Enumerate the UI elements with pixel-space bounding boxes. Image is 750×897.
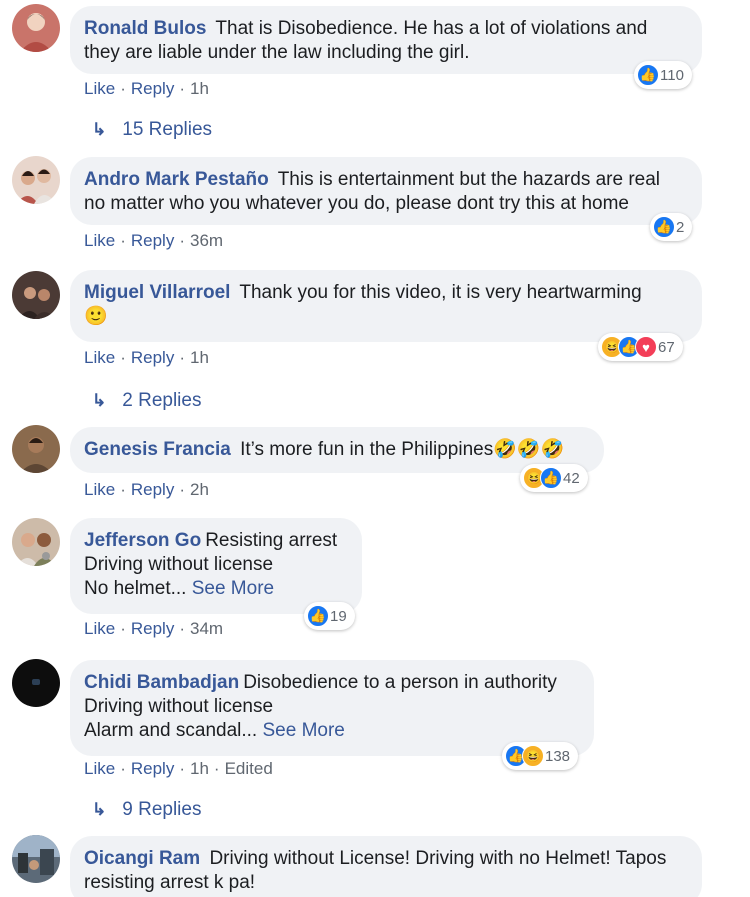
love-reaction-icon: ♥ [635, 336, 657, 358]
avatar[interactable] [12, 425, 60, 473]
comment-bubble: Genesis Francia It’s more fun in the Phi… [70, 427, 604, 473]
comment-actions: Like · Reply · 36m [84, 231, 224, 250]
comment-timestamp[interactable]: 1h [190, 79, 209, 98]
comment-author[interactable]: Chidi Bambadjan [84, 672, 239, 693]
comment-bubble: Oicangi Ram Driving without License! Dri… [70, 836, 702, 897]
avatar[interactable] [12, 659, 60, 707]
reaction-summary[interactable]: 👍 19 [304, 602, 355, 630]
replies-label: 2 Replies [122, 390, 202, 411]
comment-text: It’s more fun in the Philippines🤣🤣🤣 [240, 439, 565, 460]
comment-actions: Like · Reply · 1h [84, 348, 209, 367]
comment-timestamp[interactable]: 1h [190, 348, 209, 367]
avatar[interactable] [12, 156, 60, 204]
replies-label: 15 Replies [122, 119, 213, 140]
reaction-summary[interactable]: 👍 110 [634, 61, 692, 89]
like-reaction-icon: 👍 [653, 216, 675, 238]
avatar[interactable] [12, 835, 60, 883]
reply-link[interactable]: Reply [131, 79, 174, 98]
comment-author[interactable]: Oicangi Ram [84, 848, 200, 869]
comment-actions: Like · Reply · 1h [84, 79, 209, 98]
reaction-count: 19 [330, 607, 347, 625]
reply-arrow-icon: ↳ [92, 391, 107, 410]
reaction-count: 2 [676, 218, 685, 236]
see-more-link[interactable]: See More [262, 720, 344, 741]
reply-link[interactable]: Reply [131, 619, 174, 638]
comment-timestamp[interactable]: 1h [190, 759, 209, 778]
like-reaction-icon: 👍 [637, 64, 659, 86]
reaction-count: 110 [660, 66, 684, 84]
comment-author[interactable]: Jefferson Go [84, 530, 201, 551]
comment-bubble: Miguel Villarroel Thank you for this vid… [70, 270, 702, 342]
reply-link[interactable]: Reply [131, 231, 174, 250]
edited-label[interactable]: Edited [225, 759, 273, 778]
comment-text-line: Resisting arrest [205, 530, 338, 551]
like-reaction-icon: 👍 [307, 605, 329, 627]
view-replies-link[interactable]: ↳ 2 Replies [92, 390, 201, 412]
reaction-summary[interactable]: 👍 😆 138 [502, 742, 579, 770]
like-link[interactable]: Like [84, 759, 115, 778]
reaction-summary[interactable]: 👍 2 [650, 213, 693, 241]
comment-bubble: Jefferson Go Resisting arrest Driving wit… [70, 518, 362, 614]
reply-link[interactable]: Reply [131, 480, 174, 499]
reply-link[interactable]: Reply [131, 759, 174, 778]
like-reaction-icon: 👍 [540, 467, 562, 489]
see-more-link[interactable]: See More [192, 578, 274, 599]
comment-text-line: Disobedience to a person in authority [243, 672, 557, 693]
reaction-count: 138 [545, 747, 571, 765]
comment-bubble: Andro Mark Pestaño This is entertainment… [70, 157, 702, 225]
like-link[interactable]: Like [84, 619, 115, 638]
comment-actions: Like · Reply · 34m [84, 619, 224, 638]
comment-timestamp[interactable]: 34m [190, 619, 223, 638]
reaction-count: 42 [563, 469, 580, 487]
avatar[interactable] [12, 271, 60, 319]
comment-timestamp[interactable]: 2h [190, 480, 209, 499]
reaction-summary[interactable]: 😆 👍 42 [520, 464, 588, 492]
comment-author[interactable]: Genesis Francia [84, 439, 231, 460]
comment-author[interactable]: Ronald Bulos [84, 18, 206, 39]
replies-label: 9 Replies [122, 799, 202, 820]
reply-arrow-icon: ↳ [92, 800, 107, 819]
comment-text-line: No helmet... [84, 578, 187, 599]
avatar[interactable] [12, 4, 60, 52]
like-link[interactable]: Like [84, 79, 115, 98]
comment-text-line: Driving without license [84, 696, 274, 717]
view-replies-link[interactable]: ↳ 9 Replies [92, 799, 201, 821]
reply-arrow-icon: ↳ [92, 120, 107, 139]
haha-reaction-icon: 😆 [522, 745, 544, 767]
comment-actions: Like · Reply · 2h [84, 480, 209, 499]
reaction-count: 67 [658, 338, 675, 356]
like-link[interactable]: Like [84, 480, 115, 499]
reply-link[interactable]: Reply [131, 348, 174, 367]
comment-text: Thank you for this video, it is very hea… [239, 282, 642, 303]
comment-timestamp[interactable]: 36m [190, 231, 223, 250]
smile-emoji: 🙂 [84, 306, 108, 327]
like-link[interactable]: Like [84, 231, 115, 250]
comment-author[interactable]: Andro Mark Pestaño [84, 169, 269, 190]
view-replies-link[interactable]: ↳ 15 Replies [92, 119, 212, 141]
comment-text-line: Alarm and scandal... [84, 720, 258, 741]
like-link[interactable]: Like [84, 348, 115, 367]
reaction-summary[interactable]: 😆 👍 ♥ 67 [598, 333, 683, 361]
avatar[interactable] [12, 518, 60, 566]
comment-author[interactable]: Miguel Villarroel [84, 282, 230, 303]
comment-actions: Like · Reply · 1h · Edited [84, 759, 273, 778]
comment-text-line: Driving without license [84, 554, 274, 575]
comment-bubble: Ronald Bulos That is Disobedience. He ha… [70, 6, 702, 74]
